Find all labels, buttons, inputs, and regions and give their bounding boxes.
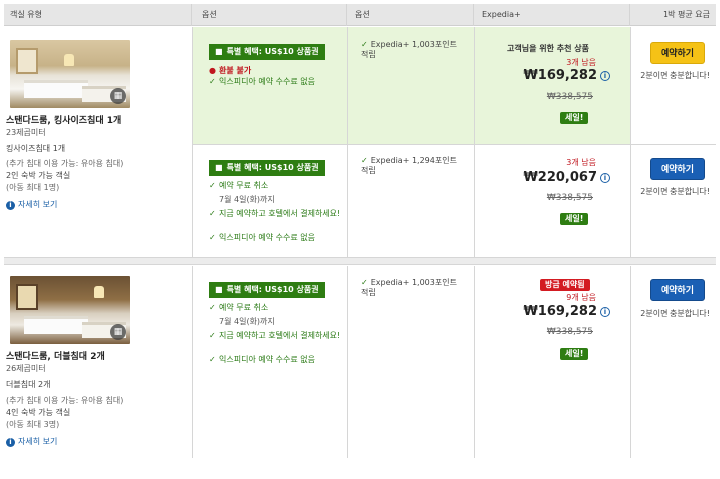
info-icon: i <box>6 201 15 210</box>
promo-badge: ■ 특별 혜택: US$10 상품권 <box>209 160 325 176</box>
book-button[interactable]: 예약하기 <box>650 42 705 64</box>
info-icon[interactable]: i <box>600 306 610 317</box>
promo-badge: ■ 특별 혜택: US$10 상품권 <box>209 282 325 298</box>
room-separator <box>4 257 716 265</box>
original-price: ₩338,575 <box>546 327 593 337</box>
booking-time-note: 2분이면 충분합니다! <box>640 187 710 196</box>
check-icon: ✓ <box>209 209 216 218</box>
original-price: ₩338,575 <box>546 193 593 203</box>
price: ₩169,282 i <box>470 304 626 321</box>
sale-badge: 세일! <box>560 213 589 225</box>
room-photo[interactable]: ▦ <box>10 276 130 344</box>
rooms-left: 3개 남음 <box>566 58 596 67</box>
points-earned: ✓ Expedia+ 1,294포인트 적립 <box>361 156 457 176</box>
room-kids: (아동 최대 1명) <box>6 183 60 192</box>
promo-badge: ■ 특별 혜택: US$10 상품권 <box>209 44 325 60</box>
gift-icon: ■ <box>215 47 223 56</box>
just-booked-badge: 방금 예약됨 <box>540 279 590 291</box>
rooms-left: 3개 남음 <box>566 158 596 167</box>
book-button[interactable]: 예약하기 <box>650 279 705 301</box>
info-icon[interactable]: i <box>600 172 610 183</box>
check-icon: ✓ <box>209 355 216 364</box>
sale-badge: 세일! <box>560 112 589 124</box>
no-fee: ✓ 익스피디아 예약 수수료 없음 <box>209 233 315 242</box>
free-cancel: ✓ 예약 무료 취소 <box>209 303 269 312</box>
header-room-type: 객실 유형 <box>4 4 192 26</box>
recommended-label: 고객님을 위한 추천 상품 <box>507 44 589 53</box>
check-icon: ✓ <box>209 233 216 242</box>
original-price: ₩338,575 <box>546 92 593 102</box>
header-nightly-price: 1박 평균 요금 <box>663 10 710 19</box>
room-size: 26제곱미터 <box>6 364 46 373</box>
rooms-left: 9개 남음 <box>566 293 596 302</box>
check-icon: ✓ <box>361 278 368 287</box>
header-options: 옵션 <box>192 4 347 26</box>
check-icon: ✓ <box>361 156 368 165</box>
booking-time-note: 2분이면 충분합니다! <box>640 309 710 318</box>
info-icon[interactable]: i <box>600 70 610 81</box>
pay-at-hotel: ✓ 지금 예약하고 호텔에서 결제하세요! <box>209 331 341 340</box>
room-extra-bed: (추가 침대 이용 가능: 유아용 침대) <box>6 159 124 168</box>
gift-icon: ■ <box>215 285 223 294</box>
grid-icon[interactable]: ▦ <box>110 88 126 104</box>
price: ₩220,067 i <box>470 170 626 187</box>
alert-icon: ● <box>209 66 216 75</box>
points-earned: ✓ Expedia+ 1,003포인트 적립 <box>361 40 457 60</box>
cancel-deadline: 7월 4일(화)까지 <box>219 317 275 326</box>
room-bed: 더블침대 2개 <box>6 380 51 389</box>
room-photo[interactable]: ▦ <box>10 40 130 108</box>
check-icon: ✓ <box>209 303 216 312</box>
room-name: 스탠다드룸, 킹사이즈침대 1개 <box>6 116 122 126</box>
room-bed: 킹사이즈침대 1개 <box>6 144 66 153</box>
info-icon: i <box>6 438 15 447</box>
check-icon: ✓ <box>361 40 368 49</box>
cancel-deadline: 7월 4일(화)까지 <box>219 195 275 204</box>
booking-time-note: 2분이면 충분합니다! <box>640 71 710 80</box>
room-occupancy: 2인 숙박 가능 객실 <box>6 171 71 180</box>
room-name: 스탠다드룸, 더블침대 2개 <box>6 352 105 362</box>
header-expedia-plus: Expedia+ <box>474 4 630 26</box>
room-kids: (아동 최대 3명) <box>6 420 60 429</box>
details-link[interactable]: i 자세히 보기 <box>6 200 57 210</box>
price: ₩169,282 i <box>470 68 626 85</box>
free-cancel: ✓ 예약 무료 취소 <box>209 181 269 190</box>
gift-icon: ■ <box>215 163 223 172</box>
pay-at-hotel: ✓ 지금 예약하고 호텔에서 결제하세요! <box>209 209 341 218</box>
check-icon: ✓ <box>209 77 216 86</box>
sale-badge: 세일! <box>560 348 589 360</box>
grid-icon[interactable]: ▦ <box>110 324 126 340</box>
check-icon: ✓ <box>209 181 216 190</box>
table-header: 객실 유형 옵션 옵션 Expedia+ 1박 평균 요금 <box>4 4 716 26</box>
room-size: 23제곱미터 <box>6 128 46 137</box>
room-occupancy: 4인 숙박 가능 객실 <box>6 408 71 417</box>
check-icon: ✓ <box>209 331 216 340</box>
room-extra-bed: (추가 침대 이용 가능: 유아용 침대) <box>6 396 124 405</box>
no-fee: ✓ 익스피디아 예약 수수료 없음 <box>209 355 315 364</box>
points-earned: ✓ Expedia+ 1,003포인트 적립 <box>361 278 457 298</box>
details-link[interactable]: i 자세히 보기 <box>6 437 57 447</box>
header-options-2: 옵션 <box>347 4 474 26</box>
non-refundable: ● 환불 불가 <box>209 66 252 75</box>
book-button[interactable]: 예약하기 <box>650 158 705 180</box>
no-fee: ✓ 익스피디아 예약 수수료 없음 <box>209 77 315 86</box>
